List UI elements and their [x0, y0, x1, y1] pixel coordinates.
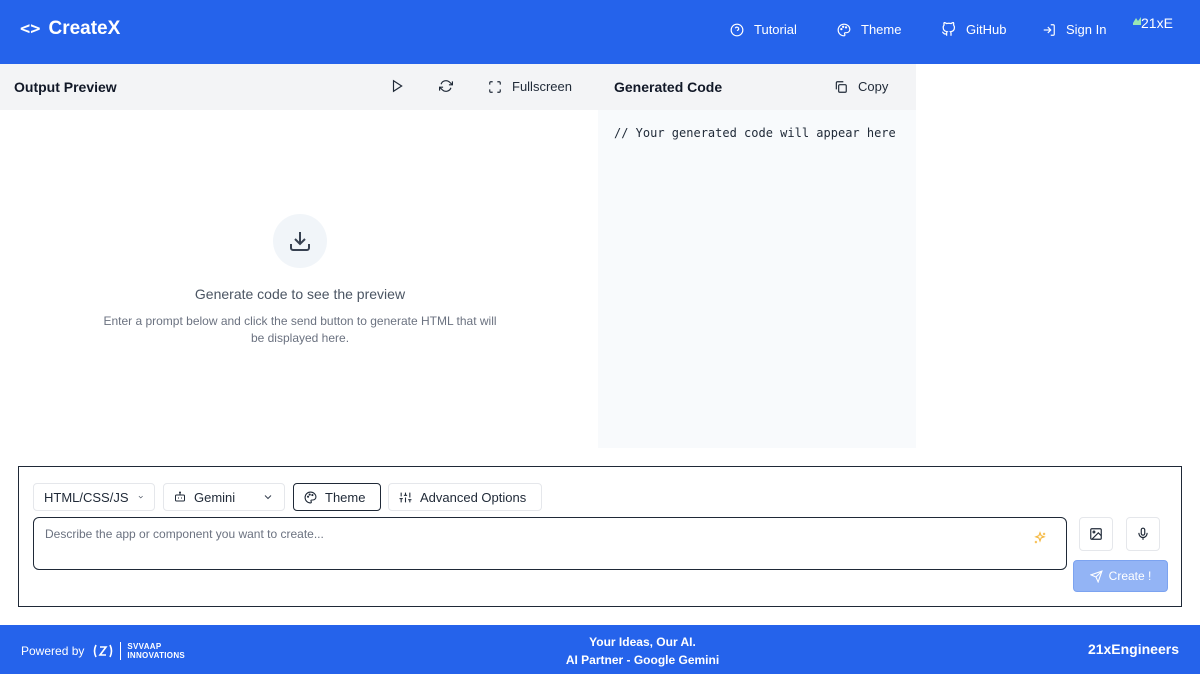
preview-title: Output Preview — [14, 79, 117, 95]
copy-button[interactable]: Copy — [834, 79, 888, 94]
play-icon — [392, 79, 403, 93]
advanced-options-button[interactable]: Advanced Options — [388, 483, 542, 511]
generated-code-panel: Generated Code Copy // Your generated co… — [598, 64, 916, 448]
fullscreen-icon — [489, 80, 501, 93]
chevron-down-icon — [264, 495, 272, 500]
nav-github-label: GitHub — [966, 22, 1007, 37]
top-nav-bar: <> CreateX Tutorial Theme GitHub Sign In… — [0, 0, 1200, 64]
theme-button[interactable]: Theme — [293, 483, 381, 511]
image-icon — [1090, 528, 1102, 540]
powered-by-label: Powered by — [21, 644, 85, 658]
nav-sign-in[interactable]: Sign In — [1042, 22, 1106, 37]
language-select[interactable]: HTML/CSS/JS — [33, 483, 155, 511]
prompt-input[interactable] — [33, 517, 1067, 570]
prompt-container: HTML/CSS/JS Gemini Theme Advanced Option… — [18, 466, 1182, 607]
brand-name: CreateX — [48, 18, 121, 39]
code-output: // Your generated code will appear here — [614, 126, 896, 140]
sponsor-name-line2: INNOVATIONS — [127, 651, 186, 660]
palette-icon — [837, 23, 851, 36]
advanced-options-label: Advanced Options — [420, 489, 527, 505]
tagline-line2: AI Partner - Google Gemini — [565, 653, 720, 667]
download-icon — [290, 232, 310, 251]
run-button[interactable] — [390, 79, 404, 93]
refresh-icon — [439, 80, 453, 92]
avatar[interactable]: 21xE — [1133, 15, 1173, 31]
svvaap-logo-icon — [94, 644, 113, 658]
theme-button-label: Theme — [325, 489, 366, 505]
sparkle-icon[interactable] — [1033, 531, 1047, 545]
nav-theme[interactable]: Theme — [837, 22, 901, 37]
footer: Powered by SVVAAP INNOVATIONS Your Ideas… — [0, 625, 1200, 674]
preview-header: Output Preview Fullscreen — [0, 64, 598, 110]
upload-image-button[interactable] — [1079, 517, 1113, 551]
nav-tutorial-label: Tutorial — [754, 22, 797, 37]
nav-theme-label: Theme — [861, 22, 902, 37]
github-icon — [941, 22, 956, 36]
bot-icon — [175, 491, 185, 502]
fullscreen-label: Fullscreen — [512, 79, 572, 94]
model-select-value: Gemini — [194, 489, 236, 505]
palette-icon — [304, 491, 317, 503]
language-select-value: HTML/CSS/JS — [44, 489, 129, 505]
refresh-button[interactable] — [439, 79, 453, 93]
copy-label: Copy — [858, 79, 889, 94]
code-icon: <> — [20, 19, 41, 39]
copy-icon — [835, 80, 847, 93]
sponsor-logo[interactable]: SVVAAP INNOVATIONS — [92, 642, 185, 660]
chevron-down-icon — [138, 495, 143, 499]
footer-brand[interactable]: 21xEngineers — [1088, 641, 1179, 657]
code-title: Generated Code — [614, 79, 723, 95]
code-header: Generated Code Copy — [598, 64, 916, 110]
nav-github[interactable]: GitHub — [941, 22, 1006, 37]
model-select[interactable]: Gemini — [163, 483, 285, 511]
brand-logo[interactable]: <> CreateX — [20, 18, 120, 40]
output-preview-panel: Output Preview Fullscreen Generate code … — [0, 64, 598, 448]
footer-tagline: Your Ideas, Our AI. AI Partner - Google … — [500, 633, 785, 669]
sponsor-name: SVVAAP INNOVATIONS — [120, 642, 185, 660]
sponsor-name-line1: SVVAAP — [127, 642, 162, 651]
empty-state-icon-wrap — [273, 214, 327, 268]
nav-tutorial[interactable]: Tutorial — [730, 22, 797, 37]
avatar-alt-text: 21xE — [1141, 15, 1173, 31]
broken-image-icon — [1133, 17, 1141, 25]
sliders-icon — [399, 492, 412, 502]
nav-sign-in-label: Sign In — [1066, 22, 1107, 37]
tagline-line1: Your Ideas, Our AI. — [589, 635, 696, 649]
create-button-label: Create ! — [1108, 569, 1152, 583]
create-button[interactable]: Create ! — [1073, 560, 1168, 592]
microphone-icon — [1138, 527, 1148, 540]
send-icon — [1089, 569, 1103, 583]
empty-state-title: Generate code to see the preview — [194, 286, 406, 302]
fullscreen-button[interactable]: Fullscreen — [488, 79, 572, 94]
voice-input-button[interactable] — [1126, 517, 1160, 551]
powered-by: Powered by SVVAAP INNOVATIONS — [21, 642, 185, 660]
sign-in-icon — [1043, 23, 1055, 36]
empty-state-description: Enter a prompt below and click the send … — [103, 314, 497, 345]
help-circle-icon — [730, 23, 744, 36]
